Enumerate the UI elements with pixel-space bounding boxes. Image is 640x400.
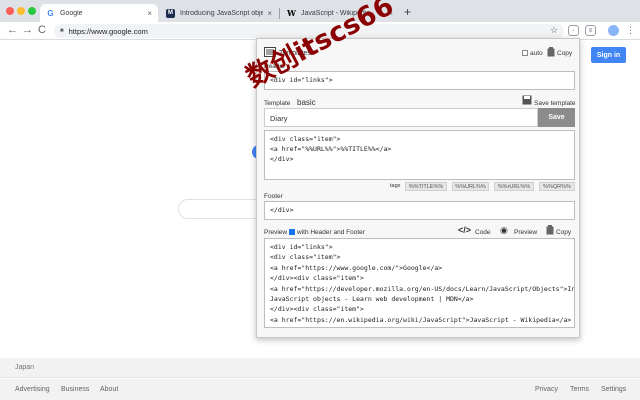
save-disk-icon[interactable] <box>522 95 532 105</box>
clipboard-icon[interactable] <box>547 47 555 57</box>
tab-google[interactable]: G Google × <box>40 4 158 22</box>
reload-button[interactable]: C <box>38 24 46 36</box>
footer-textarea[interactable]: </div> <box>264 201 575 220</box>
eye-icon[interactable]: ◉ <box>500 225 508 236</box>
tab-title: Google <box>60 9 83 17</box>
auto-checkbox[interactable] <box>522 50 528 57</box>
profile-avatar-icon[interactable] <box>608 25 619 36</box>
auto-toggle[interactable]: auto <box>522 50 543 57</box>
new-tab-button[interactable]: + <box>404 5 411 19</box>
lock-icon: ■ <box>60 28 64 34</box>
clipboard-icon[interactable] <box>546 225 554 235</box>
code-button[interactable]: Code <box>475 229 491 236</box>
footer-links: Advertising Business About Privacy Terms… <box>0 379 640 400</box>
copy-preview-button[interactable]: Copy <box>556 229 571 236</box>
close-window-button[interactable] <box>6 7 14 15</box>
templates-popup: Templates auto Copy Header <div id="link… <box>256 38 580 338</box>
tag-rurl[interactable]: %%rURL%% <box>494 182 534 191</box>
template-body-textarea[interactable]: <div class="item"> <a href="%%URL%%">%%T… <box>264 130 575 180</box>
mdn-favicon-icon: M <box>166 8 175 18</box>
templates-extension-icon[interactable]: ≡ <box>585 25 596 36</box>
tag-title[interactable]: %%TITLE%% <box>405 182 447 191</box>
minimize-window-button[interactable] <box>17 7 25 15</box>
footer-link-business[interactable]: Business <box>61 386 89 393</box>
zoom-window-button[interactable] <box>28 7 36 15</box>
tags-label: tags <box>390 183 401 189</box>
footer-link-privacy[interactable]: Privacy <box>535 386 558 393</box>
url-text: https://www.google.com <box>68 26 148 36</box>
save-button[interactable]: Save <box>538 108 575 127</box>
with-header-footer-label: with Header and Footer <box>297 229 365 236</box>
template-name-input[interactable]: Diary <box>264 108 538 127</box>
tab-title: Introducing JavaScript objects <box>180 9 264 17</box>
sign-in-button[interactable]: Sign in <box>591 47 626 63</box>
preview-label: Preview <box>264 229 288 236</box>
preview-textarea[interactable]: <div id="links"> <div class="item"> <a h… <box>264 238 575 328</box>
footer-link-advertising[interactable]: Advertising <box>15 386 50 393</box>
tag-qr[interactable]: %%QR%% <box>539 182 575 191</box>
country-text: Japan <box>15 364 35 371</box>
header-textarea[interactable]: <div id="links"> <box>264 71 575 90</box>
tab-mdn[interactable]: M Introducing JavaScript objects × <box>160 4 278 22</box>
footer-country: Japan <box>0 358 640 378</box>
extension-icon[interactable]: ◦ <box>568 25 579 36</box>
copy-header-button[interactable]: Copy <box>557 50 572 57</box>
google-favicon-icon: G <box>47 8 54 18</box>
code-icon[interactable]: </> <box>458 225 471 235</box>
footer-label: Footer <box>264 193 283 200</box>
footer-link-about[interactable]: About <box>100 386 118 393</box>
template-label: Template <box>264 100 291 107</box>
template-select[interactable]: basic <box>297 98 316 107</box>
auto-label: auto <box>530 50 543 57</box>
tab-close-icon[interactable]: × <box>267 9 272 18</box>
back-button[interactable]: ← <box>7 24 18 36</box>
with-header-footer-toggle[interactable]: with Header and Footer <box>289 229 365 236</box>
star-icon[interactable]: ☆ <box>550 25 558 36</box>
menu-icon[interactable]: ⋮ <box>626 25 635 36</box>
preview-button[interactable]: Preview <box>514 229 537 236</box>
footer-link-settings[interactable]: Settings <box>601 386 626 393</box>
wikipedia-favicon-icon: W <box>287 8 296 18</box>
tag-url[interactable]: %%URL%% <box>452 182 489 191</box>
forward-button[interactable]: → <box>22 24 33 36</box>
save-template-button[interactable]: Save template <box>534 100 576 107</box>
with-header-footer-checkbox[interactable] <box>289 229 295 236</box>
footer-link-terms[interactable]: Terms <box>570 386 589 393</box>
tab-close-icon[interactable]: × <box>147 9 152 18</box>
